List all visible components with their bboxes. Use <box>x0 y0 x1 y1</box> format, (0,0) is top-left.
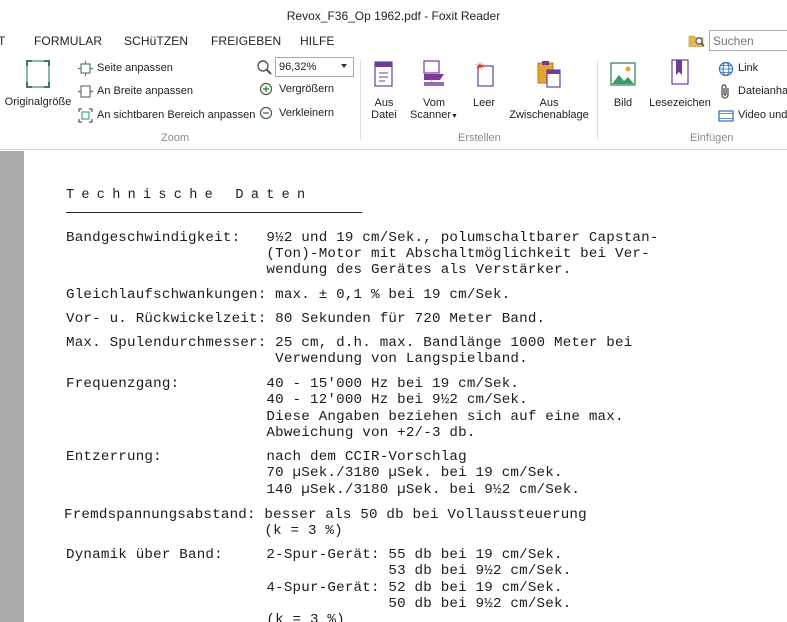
from-clipboard-label-2: Zwischenablage <box>509 109 589 121</box>
doc-line: Entzerrung: nach dem CCIR-Vorschlag <box>66 449 467 465</box>
doc-line: 53 db bei 9½2 cm/Sek. <box>66 563 572 579</box>
doc-line: 4-Spur-Gerät: 52 db bei 19 cm/Sek. <box>66 580 563 596</box>
document-title: Technische Daten <box>66 188 313 203</box>
original-size-icon <box>26 60 50 88</box>
zoom-out-label: Verkleinern <box>279 107 335 119</box>
doc-line: Dynamik über Band: 2-Spur-Gerät: 55 db b… <box>66 547 563 563</box>
document-viewport[interactable]: Technische Daten Bandgeschwindigkeit: 9½… <box>0 151 787 622</box>
video-label: Video und <box>738 109 787 121</box>
bookmark-button[interactable]: Lesezeichen <box>646 58 714 109</box>
zoom-group-label: Zoom <box>161 132 190 144</box>
fit-visible-label: An sichtbaren Bereich anpassen <box>97 109 256 121</box>
zoom-out-icon <box>259 106 273 120</box>
paperclip-icon <box>721 84 729 99</box>
doc-line: 140 µSek./3180 µSek. bei 9½2 cm/Sek. <box>66 482 581 498</box>
doc-line: wendung des Gerätes als Verstärker. <box>66 262 572 278</box>
ribbon: Originalgröße Seite anpassen An Breite a… <box>0 52 787 150</box>
image-icon <box>610 62 636 86</box>
zoom-level-input[interactable] <box>276 58 338 76</box>
blank-label: Leer <box>472 97 496 109</box>
fit-visible-icon <box>78 108 93 123</box>
search-folder-icon[interactable] <box>688 32 706 48</box>
title-underline <box>66 212 362 213</box>
from-scanner-label-2: Scanner▼ <box>406 109 462 123</box>
doc-line: Fremdspannungsabstand: besser als 50 db … <box>64 507 587 523</box>
doc-line: Bandgeschwindigkeit: 9½2 und 19 cm/Sek.,… <box>66 230 659 246</box>
group-divider <box>360 60 361 140</box>
erstellen-group-label: Erstellen <box>458 132 501 144</box>
zoom-in-label: Vergrößern <box>279 83 335 95</box>
from-file-icon <box>374 61 393 87</box>
doc-line: Diese Angaben beziehen sich auf eine max… <box>66 409 624 425</box>
doc-line: Gleichlaufschwankungen: max. ± 0,1 % bei… <box>66 287 511 303</box>
from-scanner-label-1: Vom <box>422 97 445 109</box>
search-input[interactable] <box>709 30 787 51</box>
from-clipboard-button[interactable]: Aus Zwischenablage <box>506 58 592 121</box>
doc-line: (k = 3 %) <box>64 523 343 539</box>
menu-item-freigeben[interactable]: FREIGEBEN <box>211 34 281 48</box>
menu-bar: T FORMULAR SCHüTZEN FREIGEBEN HILFE <box>0 32 787 52</box>
doc-line: 70 µSek./3180 µSek. bei 19 cm/Sek. <box>66 465 563 481</box>
image-button[interactable]: Bild <box>603 58 643 109</box>
fit-page-icon <box>78 61 93 76</box>
fit-page-label: Seite anpassen <box>97 62 173 74</box>
from-scanner-label-text: Scanner <box>410 109 452 121</box>
einfuegen-group-label: Einfügen <box>690 132 734 144</box>
chevron-down-icon[interactable] <box>341 64 347 68</box>
group-divider <box>597 60 598 140</box>
from-file-button[interactable]: Aus Datei <box>364 58 404 121</box>
bookmark-icon <box>671 59 689 85</box>
doc-line: (k = 3 %) <box>66 612 345 622</box>
from-file-label-2: Datei <box>371 109 397 121</box>
zoom-magnifier-icon <box>257 60 272 75</box>
clipboard-icon <box>537 61 561 88</box>
original-size-label: Originalgröße <box>4 96 72 108</box>
window-title: Revox_F36_Op 1962.pdf - Foxit Reader <box>0 0 787 32</box>
doc-line: Vor- u. Rückwickelzeit: 80 Sekunden für … <box>66 311 546 327</box>
doc-line: Max. Spulendurchmesser: 25 cm, d.h. max.… <box>66 335 633 351</box>
film-icon <box>718 110 734 122</box>
menu-item-schuetzen[interactable]: SCHüTZEN <box>124 34 188 48</box>
blank-page-icon <box>475 61 494 87</box>
from-file-label-1: Aus <box>374 97 394 109</box>
link-label: Link <box>738 62 759 74</box>
fit-width-icon <box>78 85 93 98</box>
doc-line: Verwendung von Langspielband. <box>66 351 528 367</box>
pdf-page: Technische Daten Bandgeschwindigkeit: 9½… <box>24 151 787 622</box>
fit-width-label: An Breite anpassen <box>97 85 194 97</box>
scanner-icon <box>423 60 444 86</box>
menu-item-t[interactable]: T <box>0 34 5 48</box>
doc-line: 40 - 12'000 Hz bei 9½2 cm/Sek. <box>66 392 528 408</box>
caret-down-icon: ▼ <box>451 113 458 120</box>
menu-item-formular[interactable]: FORMULAR <box>34 34 102 48</box>
attachment-label: Dateianhang <box>738 85 787 97</box>
zoom-in-icon <box>259 82 273 96</box>
doc-line: Frequenzgang: 40 - 15'000 Hz bei 19 cm/S… <box>66 376 520 392</box>
globe-link-icon <box>718 61 734 77</box>
doc-line: Abweichung von +2/-3 db. <box>66 425 476 441</box>
image-label: Bild <box>613 97 633 109</box>
from-scanner-button[interactable]: Vom Scanner▼ <box>406 58 462 123</box>
doc-line: 50 db bei 9½2 cm/Sek. <box>66 596 572 612</box>
menu-item-hilfe[interactable]: HILFE <box>300 34 335 48</box>
bookmark-label: Lesezeichen <box>649 97 711 109</box>
blank-button[interactable]: Leer <box>466 58 502 109</box>
from-clipboard-label-1: Aus <box>539 97 559 109</box>
original-size-button[interactable]: Originalgröße <box>2 58 74 108</box>
search-box <box>688 30 787 51</box>
doc-line: (Ton)-Motor mit Abschaltmöglichkeit bei … <box>66 246 650 262</box>
zoom-level-select[interactable] <box>275 57 354 77</box>
